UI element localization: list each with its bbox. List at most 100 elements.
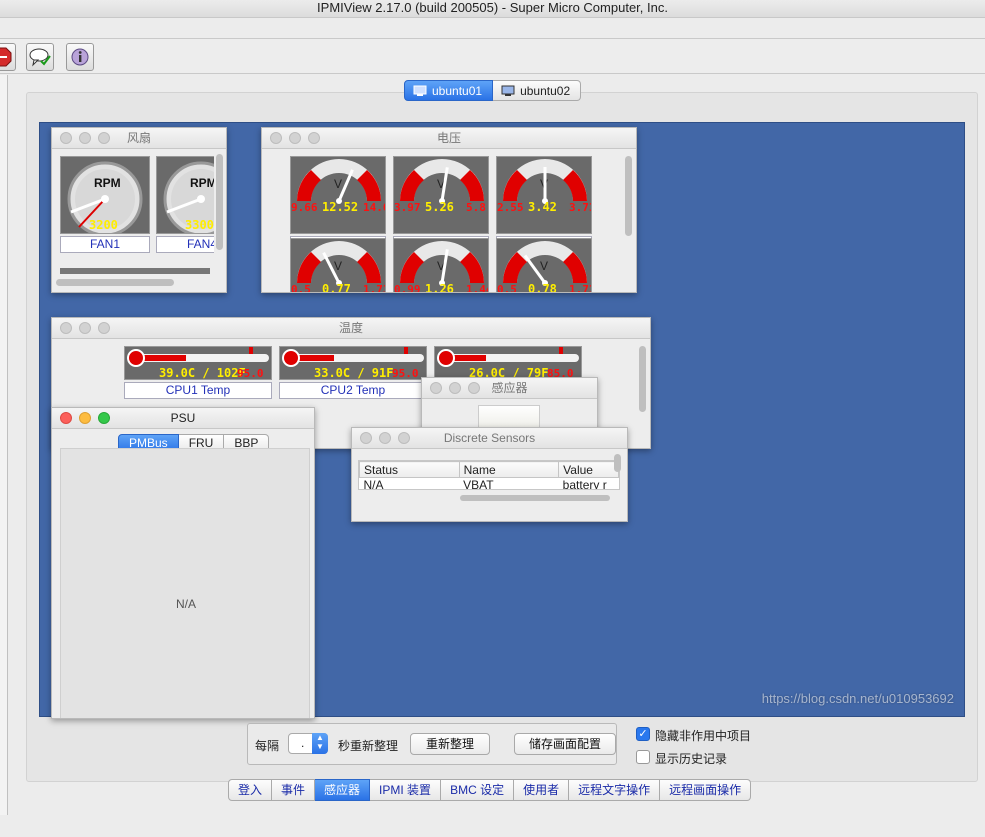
gauge-high: 14.0 (363, 201, 386, 214)
temperature-reading: 33.0C / 91F (314, 366, 393, 380)
zoom-icon[interactable] (98, 412, 110, 424)
gauge-label: FAN1 (60, 236, 150, 253)
gauge-low: 500 (158, 233, 178, 234)
horizontal-scrollbar[interactable] (56, 279, 174, 286)
vertical-scrollbar[interactable] (614, 454, 621, 472)
window-title: 电压 (436, 131, 461, 145)
close-icon[interactable] (60, 412, 72, 424)
psu-window-body: PMBus FRU BBP N/A (52, 430, 314, 718)
minimize-icon[interactable] (379, 432, 391, 444)
gauge-unit: RPM (190, 176, 214, 190)
window-title: IPMIView 2.17.0 (build 200505) - Super M… (317, 0, 668, 15)
vertical-scrollbar[interactable] (639, 346, 646, 412)
gauge-high: 1.44 (466, 283, 489, 292)
window-title: Discrete Sensors (443, 431, 536, 445)
temperature-gauge: 26.0C / 79F 85.0 (434, 346, 582, 380)
tab-main-3[interactable]: IPMI 装置 (370, 779, 442, 801)
zoom-icon[interactable] (98, 132, 110, 144)
tab-main-0[interactable]: 登入 (228, 779, 273, 801)
sensor-window-title[interactable]: 感应器 (422, 378, 597, 399)
discrete-sensors-window-body: Status Name Value N/A VBAT battery r (352, 450, 627, 521)
column-header[interactable]: Name (458, 461, 560, 478)
vertical-scrollbar[interactable] (625, 156, 632, 236)
zoom-icon[interactable] (98, 322, 110, 334)
zoom-icon[interactable] (308, 132, 320, 144)
discrete-sensors-table-wrap: Status Name Value N/A VBAT battery r (358, 460, 620, 490)
window-title: 感应器 (491, 381, 528, 395)
minimize-icon[interactable] (289, 132, 301, 144)
hide-inactive-checkbox[interactable]: ✓ (636, 727, 650, 741)
refresh-button[interactable]: 重新整理 (410, 733, 490, 755)
save-layout-button[interactable]: 储存画面配置 (514, 733, 616, 755)
gauge-value: 1.26 (425, 282, 454, 292)
gauge-low: 3.97 (394, 201, 421, 214)
column-header[interactable]: Status (359, 461, 460, 478)
discrete-sensors-window[interactable]: Discrete Sensors Status Name Value N/A V… (351, 427, 628, 522)
close-icon[interactable] (430, 382, 442, 394)
main-tabs: 登入 事件 感应器 IPMI 装置 BMC 设定 使用者 远程文字操作 远程画面操作 (228, 779, 752, 801)
stepper-arrows-icon[interactable]: ▲ ▼ (312, 733, 328, 754)
gauge-high: 5.8 (466, 201, 486, 214)
minimize-icon[interactable] (79, 412, 91, 424)
table-cell: battery r (562, 478, 607, 490)
watermark: https://blog.csdn.net/u010953692 (761, 691, 954, 706)
gauge-unit: V (540, 259, 548, 273)
horizontal-scrollbar[interactable] (460, 495, 610, 501)
window-title-bar: IPMIView 2.17.0 (build 200505) - Super M… (0, 0, 985, 18)
tab-host-ubuntu02[interactable]: ubuntu02 (493, 80, 582, 101)
psu-content-panel: N/A (60, 448, 310, 718)
host-tabs: ubuntu01 ubuntu02 (404, 80, 582, 101)
close-icon[interactable] (360, 432, 372, 444)
voltage-window[interactable]: 电压 V9.6612.5214.012VV3.975.265.85VCCV2.5… (261, 127, 637, 293)
gauge-low: 500 (62, 233, 82, 234)
gauge-low: 0.5 (291, 283, 311, 292)
minimize-icon[interactable] (79, 132, 91, 144)
show-history-label: 显示历史记录 (655, 752, 728, 766)
temperature-gauge: 33.0C / 91F 95.0 CPU2 Temp (279, 346, 427, 399)
table-cell: N/A (363, 478, 384, 490)
stop-icon[interactable] (0, 43, 16, 71)
tab-main-6[interactable]: 远程文字操作 (569, 779, 661, 801)
psu-window-title[interactable]: PSU (52, 408, 314, 429)
fan-window-title[interactable]: 风扇 (52, 128, 226, 149)
minimize-icon[interactable] (79, 322, 91, 334)
temperature-window-title[interactable]: 温度 (52, 318, 650, 339)
fan-window[interactable]: 风扇 RPM 3200 500 FAN1 (51, 127, 227, 293)
minimize-icon[interactable] (449, 382, 461, 394)
table-row[interactable]: N/A VBAT battery r (360, 478, 619, 490)
left-panel-edge[interactable] (0, 75, 8, 815)
column-header[interactable]: Value (558, 461, 619, 478)
monitor-icon (501, 85, 515, 96)
window-title: 温度 (338, 321, 363, 335)
temperature-gauge: 39.0C / 102F 95.0 CPU1 Temp (124, 346, 272, 399)
tab-main-5[interactable]: 使用者 (514, 779, 570, 801)
every-label: 每隔 (255, 739, 280, 753)
tab-main-2[interactable]: 感应器 (315, 779, 371, 801)
zoom-icon[interactable] (468, 382, 480, 394)
show-history-checkbox[interactable] (636, 750, 650, 764)
host-label: ubuntu02 (520, 83, 571, 98)
tab-host-ubuntu01[interactable]: ubuntu01 (404, 80, 494, 101)
vertical-scrollbar[interactable] (216, 154, 223, 250)
interval-stepper[interactable]: . ▲ ▼ (288, 733, 328, 754)
close-icon[interactable] (60, 132, 72, 144)
discrete-sensors-window-title[interactable]: Discrete Sensors (352, 428, 627, 449)
tab-main-4[interactable]: BMC 设定 (441, 779, 515, 801)
fan-dial: RPM 3200 500 (62, 161, 143, 234)
temperature-label: CPU2 Temp (279, 382, 427, 399)
host-label: ubuntu01 (432, 83, 483, 98)
psu-window[interactable]: PSU PMBus FRU BBP N/A (51, 407, 315, 719)
voltage-window-title[interactable]: 电压 (262, 128, 636, 149)
zoom-icon[interactable] (398, 432, 410, 444)
gauge-unit: RPM (94, 176, 121, 190)
gauge-label: FAN4 (156, 236, 214, 253)
close-icon[interactable] (270, 132, 282, 144)
info-icon[interactable] (66, 43, 94, 71)
gauge-low: 0.5 (497, 283, 517, 292)
chat-icon[interactable] (26, 43, 54, 71)
gauge-high: 1.73 (363, 283, 386, 292)
temperature-label: CPU1 Temp (124, 382, 272, 399)
tab-main-7[interactable]: 远程画面操作 (660, 779, 752, 801)
tab-main-1[interactable]: 事件 (272, 779, 316, 801)
close-icon[interactable] (60, 322, 72, 334)
